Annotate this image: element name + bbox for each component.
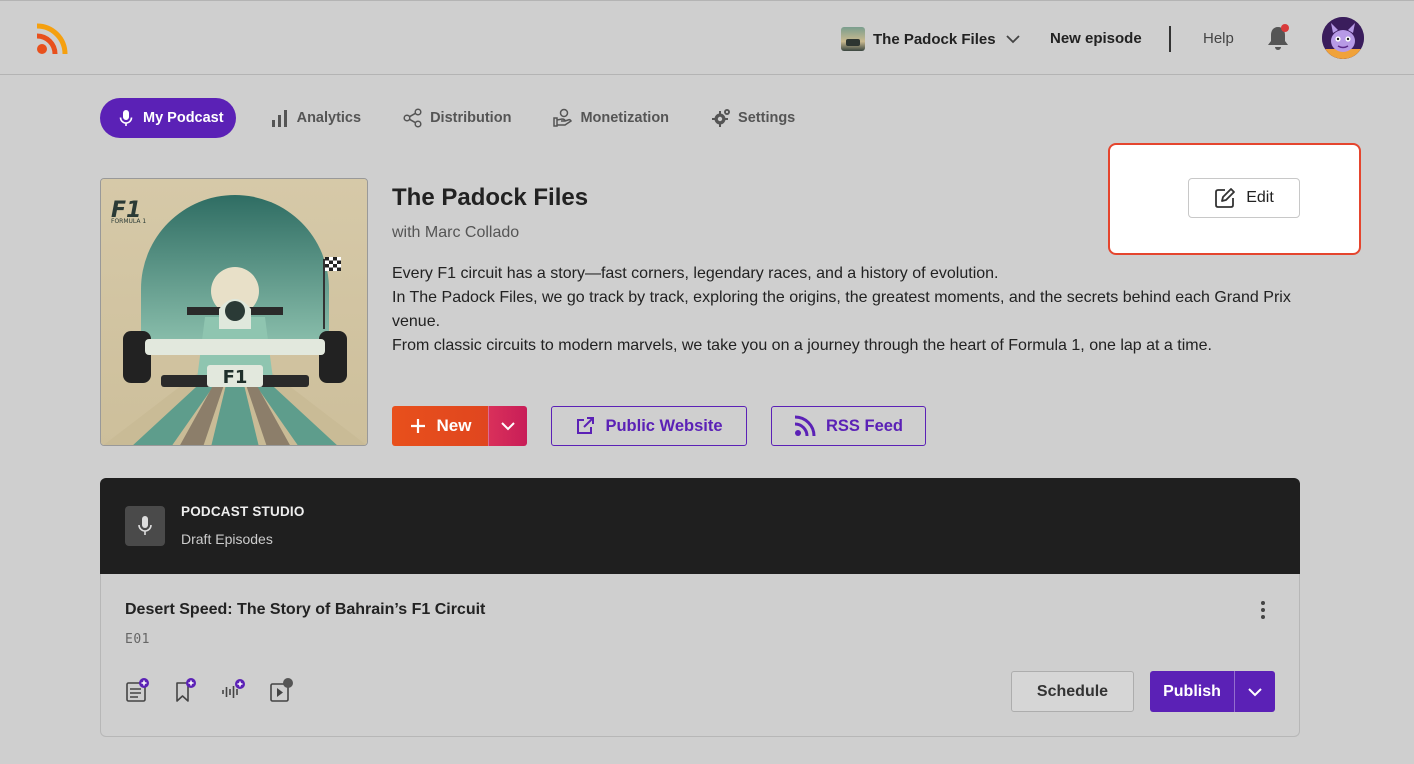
podcast-author: with Marc Collado: [392, 224, 520, 241]
podcast-switcher-name: The Padock Files: [873, 30, 996, 48]
user-avatar[interactable]: [1322, 17, 1364, 59]
avatar-illustration: [1322, 17, 1364, 59]
bar-chart-icon: [271, 110, 287, 127]
description-line: In The Padock Files, we go track by trac…: [392, 289, 1291, 330]
podcast-title: The Padock Files: [392, 184, 589, 211]
studio-subtitle: Draft Episodes: [181, 531, 273, 547]
tab-label: Analytics: [296, 110, 362, 126]
podcast-thumbnail: [841, 27, 865, 51]
publish-options-dropdown[interactable]: [1234, 671, 1275, 712]
top-bar: The Padock Files New episode Help: [0, 0, 1414, 75]
external-link-icon: [577, 417, 595, 434]
new-options-dropdown[interactable]: [488, 406, 527, 446]
add-audio-icon[interactable]: [221, 678, 246, 703]
tab-label: My Podcast: [143, 110, 224, 126]
studio-title: PODCAST STUDIO: [181, 504, 305, 519]
tab-my-podcast[interactable]: My Podcast: [100, 98, 236, 138]
podcast-switcher[interactable]: The Padock Files: [841, 27, 1022, 51]
hand-coin-icon: [553, 108, 573, 127]
rss-feed-label: RSS Feed: [825, 416, 904, 435]
rss-icon: [794, 415, 816, 437]
microphone-icon: [119, 110, 133, 126]
chevron-down-icon: [501, 422, 515, 431]
header-divider: [1169, 26, 1171, 52]
tab-label: Distribution: [430, 110, 512, 126]
rss-feed-button[interactable]: RSS Feed: [771, 406, 926, 446]
episode-code: E01: [125, 632, 150, 647]
public-website-label: Public Website: [605, 416, 723, 435]
publish-button-group: Publish: [1150, 671, 1275, 712]
podcast-description: Every F1 circuit has a story—fast corner…: [392, 262, 1297, 358]
new-button[interactable]: New: [392, 406, 488, 446]
plus-icon: [410, 419, 425, 433]
rss-logo-icon[interactable]: [36, 23, 68, 55]
new-label: New: [436, 416, 472, 435]
podcast-cover-art: F1 F1 FORMULA 1: [100, 178, 368, 446]
schedule-button[interactable]: Schedule: [1011, 671, 1134, 712]
more-options-icon[interactable]: [1253, 598, 1273, 622]
tab-distribution[interactable]: Distribution: [387, 98, 523, 138]
tab-monetization[interactable]: Monetization: [537, 98, 681, 138]
tab-label: Monetization: [580, 110, 670, 126]
add-bookmark-icon[interactable]: [173, 678, 198, 703]
help-link[interactable]: Help: [1203, 30, 1234, 47]
publish-button[interactable]: Publish: [1150, 671, 1234, 712]
add-notes-icon[interactable]: [125, 678, 150, 703]
tab-label: Settings: [738, 110, 796, 126]
tab-analytics[interactable]: Analytics: [254, 98, 373, 138]
main-nav-tabs: My Podcast Analytics Distribution Moneti…: [100, 98, 821, 138]
formula-car-illustration: F1 F1 FORMULA 1: [101, 179, 367, 445]
chevron-down-icon: [1005, 35, 1020, 44]
new-episode-link[interactable]: New episode: [1050, 30, 1142, 47]
episode-tools: [125, 678, 294, 703]
gear-icon: [712, 109, 731, 127]
add-video-icon[interactable]: [269, 678, 294, 703]
public-website-button[interactable]: Public Website: [551, 406, 747, 446]
tab-settings[interactable]: Settings: [695, 98, 807, 138]
draft-episode-card: Desert Speed: The Story of Bahrain’s F1 …: [100, 574, 1300, 737]
svg-text:FORMULA 1: FORMULA 1: [111, 218, 146, 225]
edit-icon: [1215, 188, 1236, 208]
chevron-down-icon: [1248, 687, 1262, 696]
edit-label: Edit: [1246, 189, 1274, 206]
edit-button[interactable]: Edit: [1188, 178, 1300, 218]
share-icon: [403, 108, 422, 128]
new-button-group: New: [392, 406, 527, 446]
description-line: From classic circuits to modern marvels,…: [392, 337, 1212, 354]
notification-dot: [1281, 24, 1289, 32]
svg-text:F1: F1: [223, 367, 248, 388]
episode-title[interactable]: Desert Speed: The Story of Bahrain’s F1 …: [125, 601, 485, 619]
description-line: Every F1 circuit has a story—fast corner…: [392, 265, 999, 282]
studio-microphone-icon: [125, 506, 165, 546]
podcast-studio-header: PODCAST STUDIO Draft Episodes: [100, 478, 1300, 574]
